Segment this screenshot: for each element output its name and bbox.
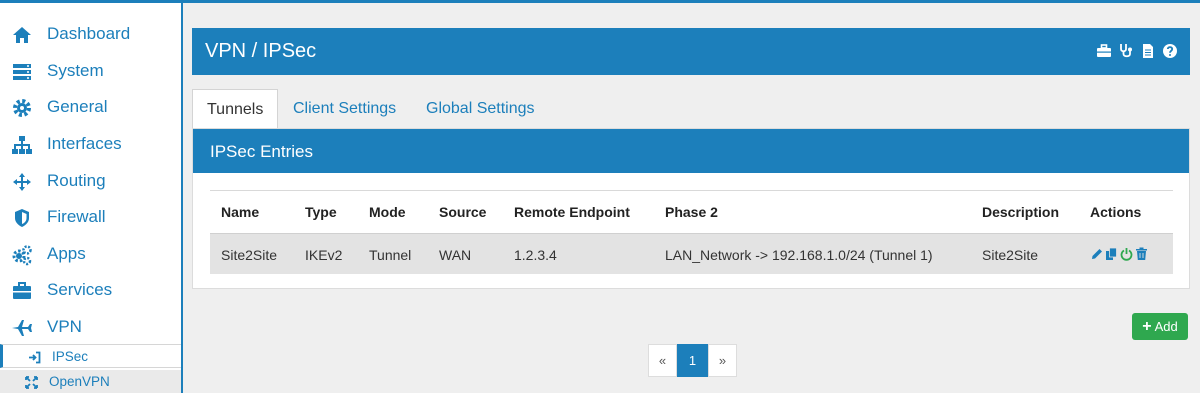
sidebar-item-label: Firewall: [47, 207, 106, 226]
sidebar-item-apps[interactable]: Apps: [0, 236, 181, 272]
sidebar-item-services[interactable]: Services: [0, 272, 181, 308]
pagination-next[interactable]: »: [708, 344, 737, 377]
briefcase-icon[interactable]: [1096, 43, 1112, 59]
gear-icon: [13, 99, 31, 117]
column-header-actions: Actions: [1090, 204, 1142, 220]
cell-description: Site2Site: [982, 247, 1039, 263]
copy-icon[interactable]: [1105, 247, 1118, 261]
stethoscope-icon[interactable]: [1118, 43, 1134, 59]
sidebar-item-interfaces[interactable]: Interfaces: [0, 126, 181, 162]
cell-name: Site2Site: [221, 247, 278, 263]
sidebar-item-general[interactable]: General: [0, 89, 181, 125]
page-header: VPN / IPSec: [192, 28, 1190, 75]
sidebar-item-vpn[interactable]: VPN: [0, 309, 181, 345]
sidebar-item-routing[interactable]: Routing: [0, 163, 181, 199]
header-icons: [1096, 43, 1178, 59]
shield-icon: [15, 209, 29, 227]
plus-icon: +: [1142, 317, 1152, 335]
trash-icon[interactable]: [1135, 247, 1148, 261]
sidebar-item-label: Services: [47, 280, 113, 299]
page-title: VPN / IPSec: [205, 40, 317, 62]
sidebar-item-label: Interfaces: [47, 134, 122, 153]
tab-global-settings[interactable]: Global Settings: [412, 89, 549, 128]
sidebar-subitem-ipsec[interactable]: IPSec: [0, 344, 181, 368]
column-header-name[interactable]: Name: [221, 204, 259, 220]
add-button[interactable]: + Add: [1132, 313, 1188, 340]
cell-source: WAN: [439, 247, 472, 263]
sitemap-icon: [12, 136, 32, 154]
cell-mode: Tunnel: [369, 247, 412, 263]
pagination-page-1[interactable]: 1: [677, 344, 708, 377]
column-header-mode[interactable]: Mode: [369, 204, 406, 220]
ipsec-entries-panel: IPSec Entries Name Type Mode Source Remo…: [192, 128, 1190, 289]
sidebar-item-label: VPN: [47, 317, 82, 336]
table-divider: [210, 190, 1173, 191]
panel-header: IPSec Entries: [193, 129, 1189, 173]
tab-tunnels[interactable]: Tunnels: [192, 89, 278, 128]
home-icon: [13, 27, 31, 43]
document-icon[interactable]: [1140, 43, 1156, 59]
sidebar-subitem-label: OpenVPN: [49, 374, 110, 389]
sidebar-subitem-openvpn[interactable]: OpenVPN: [0, 370, 181, 393]
plane-icon: [12, 320, 32, 336]
cell-remote-endpoint: 1.2.3.4: [514, 247, 557, 263]
sidebar-item-label: General: [47, 97, 108, 116]
row-actions: [1090, 247, 1148, 261]
power-icon[interactable]: [1120, 247, 1133, 261]
column-header-remote-endpoint[interactable]: Remote Endpoint: [514, 204, 630, 220]
briefcase-icon: [13, 282, 31, 299]
column-header-source[interactable]: Source: [439, 204, 486, 220]
sidebar-item-firewall[interactable]: Firewall: [0, 199, 181, 235]
edit-icon[interactable]: [1090, 247, 1103, 261]
cogs-icon: [12, 245, 32, 266]
sidebar-item-label: System: [47, 61, 104, 80]
sidebar-subitem-label: IPSec: [52, 349, 89, 364]
cell-phase2: LAN_Network -> 192.168.1.0/24 (Tunnel 1): [665, 247, 933, 263]
cell-type: IKEv2: [305, 247, 343, 263]
sidebar-item-dashboard[interactable]: Dashboard: [0, 16, 181, 52]
sidebar-item-system[interactable]: System: [0, 53, 181, 89]
sidebar: Dashboard System General Interfaces Rout…: [0, 3, 183, 393]
add-button-label: Add: [1154, 319, 1178, 334]
sidebar-item-label: Apps: [47, 244, 86, 263]
help-icon[interactable]: [1162, 43, 1178, 59]
column-header-phase2[interactable]: Phase 2: [665, 204, 718, 220]
panel-title: IPSec Entries: [210, 142, 313, 161]
column-header-description[interactable]: Description: [982, 204, 1059, 220]
arrows-icon: [13, 173, 31, 191]
pagination-prev[interactable]: «: [648, 344, 677, 377]
pagination: « 1 »: [648, 344, 737, 377]
tab-client-settings[interactable]: Client Settings: [279, 89, 410, 128]
server-icon: [13, 64, 31, 80]
sidebar-item-label: Routing: [47, 171, 106, 190]
expand-icon: [25, 376, 38, 389]
sidebar-item-label: Dashboard: [47, 24, 131, 43]
column-header-type[interactable]: Type: [305, 204, 337, 220]
sign-in-icon: [29, 351, 41, 364]
